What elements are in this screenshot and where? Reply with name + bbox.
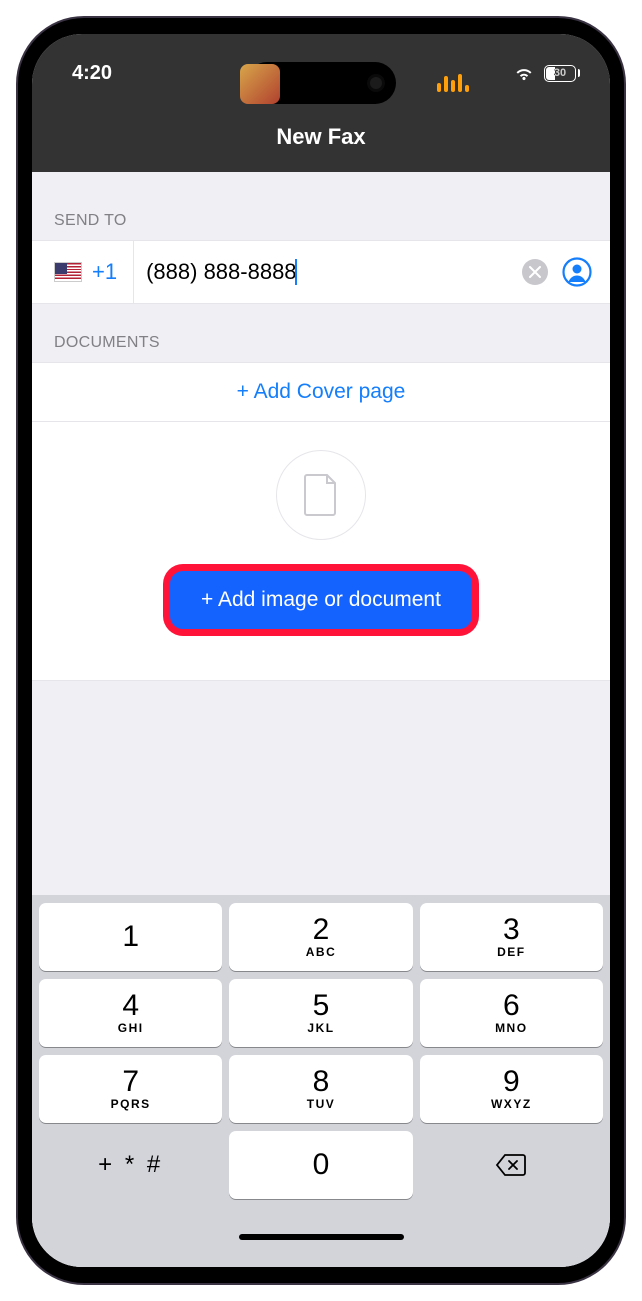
add-document-button[interactable]: + Add image or document: [169, 570, 473, 630]
text-cursor: [295, 259, 297, 285]
home-indicator[interactable]: [239, 1234, 404, 1240]
key-7[interactable]: 7PQRS: [39, 1055, 222, 1123]
key-6[interactable]: 6MNO: [420, 979, 603, 1047]
documents-label: DOCUMENTS: [32, 304, 610, 362]
backspace-icon: [495, 1153, 527, 1177]
key-8[interactable]: 8TUV: [229, 1055, 412, 1123]
send-to-label: SEND TO: [32, 172, 610, 240]
audio-visualizer-icon: [437, 74, 469, 92]
key-9[interactable]: 9WXYZ: [420, 1055, 603, 1123]
key-backspace[interactable]: [420, 1131, 603, 1199]
document-placeholder-icon: [276, 450, 366, 540]
key-5[interactable]: 5JKL: [229, 979, 412, 1047]
page-title: New Fax: [276, 124, 365, 150]
battery-indicator: 30: [544, 65, 580, 82]
key-symbols[interactable]: + * #: [39, 1131, 222, 1199]
key-2[interactable]: 2ABC: [229, 903, 412, 971]
x-icon: [529, 266, 541, 278]
battery-percent: 30: [545, 67, 575, 79]
now-playing-artwork[interactable]: [240, 64, 280, 104]
phone-value: (888) 888-8888: [146, 259, 296, 285]
clear-button[interactable]: [522, 259, 548, 285]
documents-area: + Add image or document: [32, 422, 610, 681]
contacts-button[interactable]: [562, 257, 592, 287]
contact-icon: [562, 257, 592, 287]
key-3[interactable]: 3DEF: [420, 903, 603, 971]
nav-bar: New Fax: [32, 102, 610, 172]
add-cover-label: + Add Cover page: [237, 380, 406, 404]
screen: 4:20 30 New Fax: [32, 34, 610, 1267]
page-icon: [303, 473, 339, 517]
us-flag-icon: [54, 262, 82, 282]
spacer: [32, 681, 610, 895]
status-time: 4:20: [72, 62, 112, 85]
content: SEND TO +1 (888) 888-8888: [32, 172, 610, 1267]
phone-input[interactable]: (888) 888-8888: [134, 259, 522, 285]
key-1[interactable]: 1: [39, 903, 222, 971]
device-frame: 4:20 30 New Fax: [18, 18, 624, 1283]
key-0[interactable]: 0: [229, 1131, 412, 1199]
home-indicator-area: [39, 1207, 603, 1267]
dial-code: +1: [92, 259, 117, 285]
add-cover-button[interactable]: + Add Cover page: [32, 362, 610, 422]
add-document-label: + Add image or document: [201, 588, 441, 611]
numeric-keypad: 1 2ABC 3DEF 4GHI 5JKL 6MNO 7PQRS 8TUV 9W…: [32, 895, 610, 1267]
phone-row: +1 (888) 888-8888: [32, 240, 610, 304]
country-code-button[interactable]: +1: [32, 241, 134, 303]
key-4[interactable]: 4GHI: [39, 979, 222, 1047]
wifi-icon: [513, 65, 535, 81]
